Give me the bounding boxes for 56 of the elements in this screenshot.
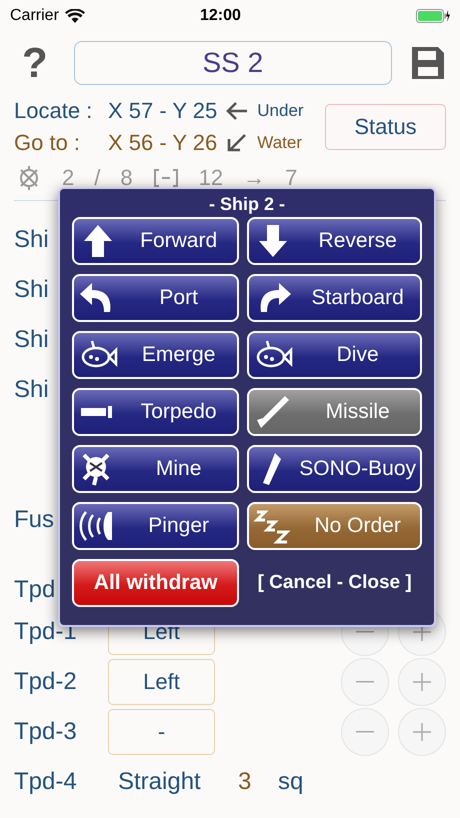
minus-icon	[356, 631, 374, 633]
locate-value: X 57 - Y 25	[108, 98, 218, 124]
order-button[interactable]: Port	[72, 274, 240, 322]
direction-button[interactable]: Left	[108, 659, 215, 705]
save-icon[interactable]	[410, 45, 446, 81]
row-label: Shi	[14, 376, 49, 404]
row-label: Fus	[14, 506, 54, 534]
goto-value: X 56 - Y 26	[108, 130, 218, 156]
status-button[interactable]: Status	[325, 104, 446, 150]
order-button[interactable]: Reverse	[247, 217, 422, 265]
cancel-close-button[interactable]: [ Cancel - Close ]	[247, 559, 422, 607]
order-button[interactable]: Forward	[72, 217, 240, 265]
stat-text: 12	[198, 165, 224, 191]
row-label: Shi	[14, 276, 49, 304]
title-field[interactable]: SS 2	[74, 41, 392, 85]
sleep-icon	[253, 508, 294, 544]
order-button[interactable]: Mine	[72, 445, 240, 493]
order-button[interactable]: SONO-Buoy	[247, 445, 422, 493]
torpedo-label: Tpd-2	[14, 668, 78, 696]
minus-icon	[356, 731, 374, 733]
distance-value: 3	[238, 768, 252, 796]
distance-unit: sq	[278, 768, 304, 796]
order-button[interactable]: Starboard	[247, 274, 422, 322]
torpedo-label: Tpd-4	[14, 768, 78, 796]
stat-text: 2	[62, 165, 74, 191]
minus-icon	[356, 681, 374, 683]
row-label: Tpd	[14, 576, 56, 604]
order-button[interactable]: Emerge	[72, 331, 240, 379]
torpedo-label: Tpd-3	[14, 718, 78, 746]
wifi-icon	[64, 9, 85, 23]
left-arrow-icon	[225, 101, 250, 121]
direction-text: Straight	[118, 768, 202, 796]
help-button[interactable]: ?	[14, 39, 56, 87]
stat-text: 7	[285, 165, 298, 191]
battery-icon	[416, 9, 450, 23]
stat-text: →	[243, 165, 266, 191]
bracket-icon	[152, 168, 179, 188]
order-button[interactable]: No Order	[247, 502, 422, 550]
withdraw-button[interactable]: All withdraw	[72, 559, 240, 607]
row-label: Shi	[14, 326, 49, 354]
direction-button[interactable]: -	[108, 709, 215, 755]
plus-icon	[413, 723, 431, 741]
dialog-title: - Ship 2 -	[208, 193, 286, 216]
plus-icon	[413, 673, 431, 691]
depth-note: Water	[257, 133, 302, 153]
clock-time: 12:00	[198, 7, 242, 25]
order-button[interactable]: Torpedo	[72, 388, 240, 436]
order-button[interactable]: Dive	[247, 331, 422, 379]
carrier-name: Carrier	[10, 7, 59, 25]
order-button[interactable]: Pinger	[72, 502, 240, 550]
stat-text: 8	[120, 165, 133, 191]
row-label: Shi	[14, 226, 49, 254]
depth-note: Under	[257, 101, 304, 121]
goto-label: Go to :	[14, 130, 82, 156]
stat-text: /	[94, 165, 100, 191]
locate-label: Locate :	[14, 98, 94, 124]
